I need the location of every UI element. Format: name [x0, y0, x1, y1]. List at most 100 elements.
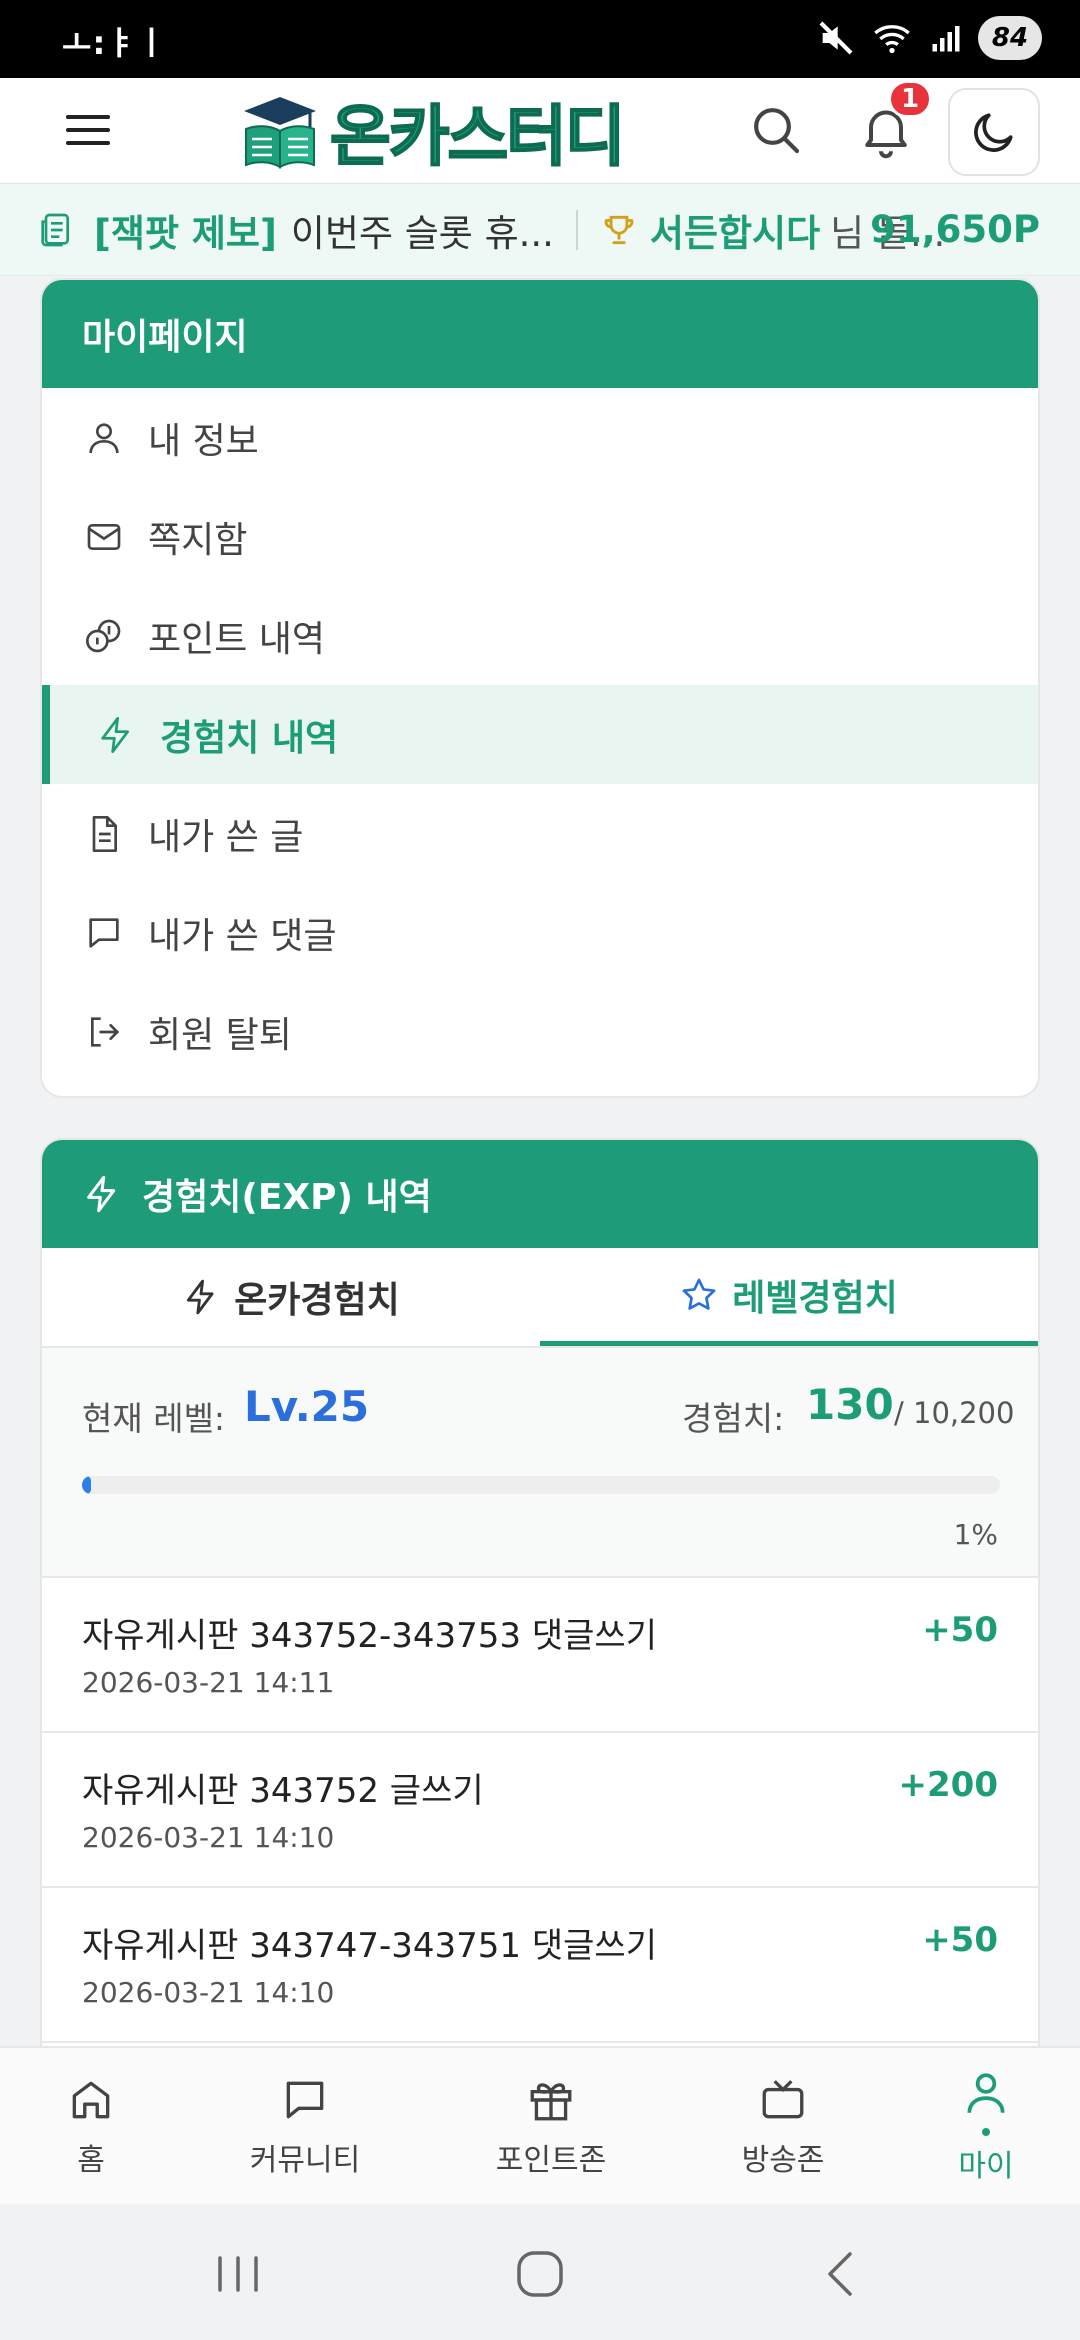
recent-apps-icon: [218, 2256, 258, 2292]
history-title: 자유게시판 343747-343751 댓글쓰기: [82, 1926, 657, 1966]
menu-item-label: 쪽지함: [148, 519, 248, 561]
moon-icon: [974, 113, 1013, 152]
exp-label: 경험치:: [682, 1399, 785, 1438]
hamburger-menu-button[interactable]: [62, 106, 114, 158]
nav-community[interactable]: 커뮤니티: [182, 2048, 428, 2206]
ticker-points: 91,650P: [870, 208, 1040, 251]
exp-header: 경험치(EXP) 내역: [42, 1140, 1038, 1248]
exp-value: 130: [806, 1380, 894, 1429]
menu-item-label: 내가 쓴 글: [148, 816, 304, 858]
exp-history-card: 경험치(EXP) 내역 온카경험치 레벨경험치 현재 레벨: Lv.25 경험치…: [40, 1138, 1040, 2138]
history-amount: +50: [922, 1610, 998, 1650]
nav-my[interactable]: 마이: [892, 2048, 1080, 2206]
nav-broadcast-zone[interactable]: 방송존: [674, 2048, 892, 2206]
menu-item-points[interactable]: 포인트 내역: [42, 586, 1038, 685]
nav-label: 커뮤니티: [249, 2143, 361, 2178]
chat-icon: [286, 2081, 324, 2119]
exp-history-row: 자유게시판 343752 글쓰기 2026-03-21 14:10 +200: [42, 1733, 1038, 1888]
menu-item-my-info[interactable]: 내 정보: [42, 388, 1038, 487]
exp-history-list: 자유게시판 343752-343753 댓글쓰기 2026-03-21 14:11…: [42, 1578, 1038, 2043]
history-date: 2026-03-21 14:10: [82, 1821, 335, 1854]
history-title: 자유게시판 343752-343753 댓글쓰기: [82, 1616, 657, 1656]
news-icon: [41, 213, 69, 246]
nav-label: 방송존: [741, 2143, 825, 2178]
level-label: 현재 레벨:: [82, 1399, 226, 1438]
status-time: ㅗ:ㅑㅣ: [62, 24, 168, 62]
back-icon: [828, 2252, 852, 2296]
recent-apps-button[interactable]: [208, 2244, 268, 2304]
active-indicator-dot: [982, 2128, 990, 2136]
search-icon: [754, 108, 800, 154]
tv-icon: [762, 2080, 804, 2119]
exp-progress-percent: 1%: [953, 1518, 998, 1551]
level-summary: 현재 레벨: Lv.25 경험치: 130 / 10,200 1%: [42, 1348, 1038, 1578]
menu-item-label: 회원 탈퇴: [148, 1014, 292, 1056]
battery-indicator: 84: [978, 16, 1042, 60]
mypage-header: 마이페이지: [42, 280, 1038, 388]
nav-label: 홈: [77, 2143, 105, 2178]
bottom-nav: 홈 커뮤니티 포인트존 방송존 마이: [0, 2046, 1080, 2204]
document-icon: [82, 812, 126, 856]
search-button[interactable]: [748, 102, 804, 158]
logo-text: 온카스터디: [329, 97, 627, 176]
menu-item-label: 포인트 내역: [148, 618, 326, 660]
nav-point-zone[interactable]: 포인트존: [428, 2048, 674, 2206]
notification-badge: 1: [888, 80, 932, 118]
home-circle-icon: [517, 2251, 563, 2297]
menu-item-withdraw[interactable]: 회원 탈퇴: [42, 982, 1038, 1081]
home-icon: [72, 2081, 110, 2119]
mypage-title: 마이페이지: [82, 317, 248, 358]
tab-label: 레벨경험치: [732, 1277, 898, 1319]
ticker-tag: [잭팟 제보]: [94, 211, 277, 255]
graduation-book-icon: [244, 97, 316, 169]
ticker-user: 서든합시다: [649, 211, 821, 255]
news-ticker[interactable]: [잭팟 제보] 이번주 슬롯 휴... 서든합시다 님 돌... 91,650P: [0, 184, 1080, 276]
exp-progress-fill: [82, 1476, 92, 1494]
status-bar: ㅗ:ㅑㅣ 84: [0, 0, 1080, 78]
nav-label: 포인트존: [495, 2143, 607, 2178]
logout-icon: [82, 1010, 126, 1054]
gift-icon: [530, 2083, 572, 2121]
history-amount: +200: [898, 1765, 998, 1805]
coins-icon: [82, 614, 126, 658]
mail-icon: [82, 515, 126, 559]
bolt-icon: [94, 713, 138, 757]
status-icons: 84: [816, 16, 1042, 60]
history-title: 자유게시판 343752 글쓰기: [82, 1771, 484, 1811]
nav-home[interactable]: 홈: [0, 2048, 182, 2206]
exp-title: 경험치(EXP) 내역: [142, 1177, 432, 1218]
level-value: Lv.25: [244, 1382, 370, 1431]
site-logo[interactable]: 온카스터디: [238, 88, 627, 176]
exp-history-row: 자유게시판 343747-343751 댓글쓰기 2026-03-21 14:10…: [42, 1888, 1038, 2043]
wifi-icon: [874, 25, 910, 54]
tab-level-exp[interactable]: 레벨경험치: [540, 1248, 1038, 1346]
signal-icon: [932, 26, 960, 52]
exp-tabs: 온카경험치 레벨경험치: [42, 1248, 1038, 1348]
dark-mode-toggle[interactable]: [948, 88, 1040, 176]
menu-item-label: 내가 쓴 댓글: [148, 915, 337, 957]
mypage-menu-card: 마이페이지 내 정보 쪽지함 포인트 내역 경험치 내역 내가 쓴 글 내가 쓴…: [40, 278, 1040, 1098]
menu-icon-line: [66, 141, 110, 145]
user-icon: [82, 416, 126, 460]
menu-item-label: 내 정보: [148, 420, 259, 462]
menu-item-messages[interactable]: 쪽지함: [42, 487, 1038, 586]
exp-history-row: 자유게시판 343752-343753 댓글쓰기 2026-03-21 14:11…: [42, 1578, 1038, 1733]
exp-total: / 10,200: [894, 1396, 1015, 1430]
bolt-icon: [87, 1175, 116, 1213]
user-icon: [967, 2073, 1005, 2113]
tab-onca-exp[interactable]: 온카경험치: [42, 1248, 540, 1346]
nav-label: 마이: [958, 2149, 1014, 2184]
bolt-icon: [187, 1279, 214, 1315]
system-nav-bar: [0, 2204, 1080, 2340]
ticker-divider: [575, 209, 578, 250]
back-button[interactable]: [812, 2244, 872, 2304]
mute-icon: [819, 21, 853, 55]
exp-progress-bar: [82, 1476, 1000, 1494]
menu-item-my-posts[interactable]: 내가 쓴 글: [42, 784, 1038, 883]
comment-icon: [82, 911, 126, 955]
history-date: 2026-03-21 14:10: [82, 1976, 335, 2009]
home-button[interactable]: [510, 2244, 570, 2304]
menu-item-exp-history[interactable]: 경험치 내역: [42, 685, 1038, 784]
menu-item-my-comments[interactable]: 내가 쓴 댓글: [42, 883, 1038, 982]
menu-icon-line: [66, 115, 110, 119]
